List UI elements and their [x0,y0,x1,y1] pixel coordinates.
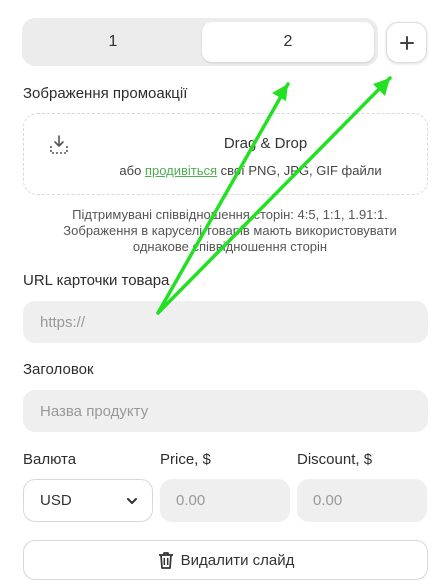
discount-input[interactable]: 0.00 [297,479,427,522]
tab-slide-2-label: 2 [283,33,293,50]
tab-slide-2[interactable]: 2 [202,22,374,62]
title-field-label: Заголовок [23,361,94,378]
slide-tabs: 1 2 [22,18,378,66]
tab-slide-1-label: 1 [108,33,118,50]
trash-icon [158,552,173,569]
chevron-down-icon [127,498,137,504]
dropzone-prefix: або [119,163,145,178]
currency-label: Валюта [23,451,77,468]
discount-label: Discount, $ [297,451,373,468]
aspect-ratio-hint-2: Зображення в каруселі товарів мають вико… [63,223,397,238]
title-input[interactable]: Назва продукту [23,390,428,432]
url-field-label: URL карточки товара [23,272,170,289]
price-label: Price, $ [160,451,211,468]
price-input[interactable]: 0.00 [160,479,290,522]
url-placeholder: https:// [40,313,86,331]
browse-link[interactable]: продивіться [145,163,217,178]
price-placeholder: 0.00 [176,492,206,509]
discount-placeholder: 0.00 [313,492,343,509]
aspect-ratio-hint-3: однакове співвідношення сторін [132,239,328,254]
add-slide-button[interactable] [386,22,427,63]
dropzone-suffix: свої PNG, JPG, GIF файли [217,163,382,178]
arrow-head-tab-2 [272,84,288,101]
currency-value: USD [40,492,72,509]
image-section-label: Зображення промоакції [23,85,188,102]
image-dropzone[interactable]: Drag & Drop або продивіться свої PNG, JP… [23,113,428,195]
currency-select[interactable]: USD [23,479,153,522]
aspect-ratio-hint-1: Підтримувані співвідношення сторін: 4:5,… [72,207,388,222]
arrow-head-add-slide [373,78,390,96]
plus-icon [399,35,414,50]
delete-slide-label: Видалити слайд [180,551,295,569]
dropzone-title: Drag & Drop [223,135,308,152]
tab-slide-1[interactable]: 1 [26,22,200,62]
title-placeholder: Назва продукту [40,402,149,420]
url-input[interactable]: https:// [23,301,428,343]
dropzone-subtitle: або продивіться свої PNG, JPG, GIF файли [24,163,427,178]
delete-slide-button[interactable]: Видалити слайд [23,540,428,580]
